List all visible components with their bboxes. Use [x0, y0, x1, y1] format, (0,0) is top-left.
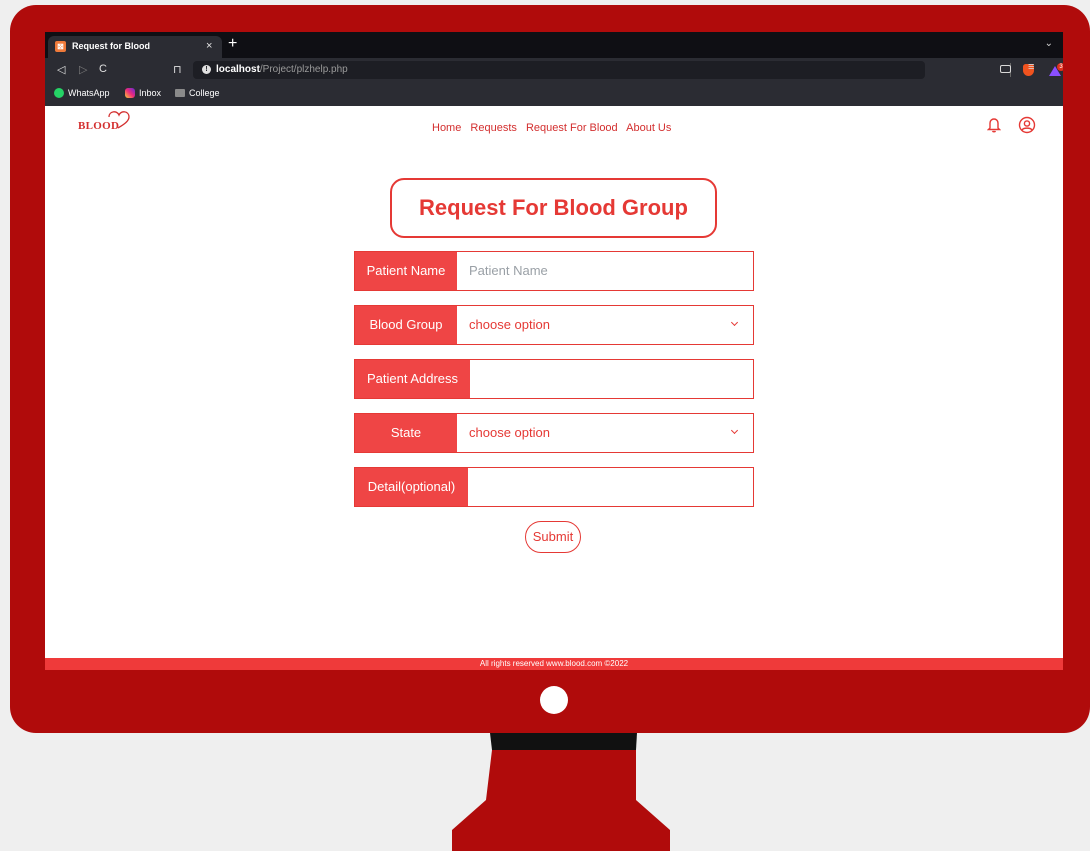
blood-group-label: Blood Group — [355, 306, 457, 344]
detail-input[interactable] — [468, 468, 753, 506]
power-button — [540, 686, 568, 714]
close-icon[interactable]: × — [206, 40, 212, 52]
whatsapp-icon — [54, 88, 64, 98]
folder-icon — [175, 89, 185, 97]
state-row: State choose option — [354, 413, 754, 453]
monitor-screen: ⊠ Request for Blood × + ⌄ ◁ ▷ C ⊓ ! loca… — [45, 32, 1063, 670]
info-icon[interactable]: ! — [202, 65, 211, 74]
xampp-icon: ⊠ — [55, 41, 66, 52]
browser-tab-bar: ⊠ Request for Blood × + ⌄ — [45, 32, 1063, 58]
state-label: State — [355, 414, 457, 452]
instagram-icon — [125, 88, 135, 98]
nav-requests[interactable]: Requests — [470, 122, 516, 134]
bookmark-whatsapp[interactable]: WhatsApp — [68, 88, 110, 98]
bookmark-icon[interactable]: ⊓ — [173, 63, 182, 76]
url-text: localhost/Project/plzhelp.php — [216, 64, 348, 75]
bell-icon[interactable] — [987, 117, 1001, 133]
bookmark-college[interactable]: College — [189, 88, 220, 98]
heart-icon — [108, 111, 130, 129]
chevron-down-icon[interactable]: ⌄ — [1045, 38, 1053, 49]
new-tab-button[interactable]: + — [228, 35, 237, 53]
state-select[interactable]: choose option — [457, 414, 753, 452]
patient-address-label: Patient Address — [355, 360, 470, 398]
nav-request-for-blood[interactable]: Request For Blood — [526, 122, 618, 134]
patient-name-label: Patient Name — [355, 252, 457, 290]
wallet-icon[interactable] — [1000, 65, 1011, 73]
back-icon[interactable]: ◁ — [57, 63, 65, 76]
site-header: BLOOD Home Requests Request For Blood Ab… — [45, 106, 1063, 156]
rewards-badge: 3 — [1057, 63, 1063, 71]
address-bar[interactable]: ⊓ ! localhost/Project/plzhelp.php 3 — [173, 61, 1063, 79]
blood-group-select[interactable]: choose option — [457, 306, 753, 344]
submit-button[interactable]: Submit — [525, 521, 581, 553]
user-icon[interactable] — [1018, 116, 1036, 134]
detail-label: Detail(optional) — [355, 468, 468, 506]
nav-about-us[interactable]: About Us — [626, 122, 671, 134]
patient-name-row: Patient Name Patient Name — [354, 251, 754, 291]
blood-group-row: Blood Group choose option — [354, 305, 754, 345]
browser-toolbar: ◁ ▷ C ⊓ ! localhost/Project/plzhelp.php … — [45, 58, 1063, 82]
main-nav: Home Requests Request For Blood About Us — [432, 122, 677, 134]
form-title: Request For Blood Group — [390, 178, 717, 238]
bookmark-inbox[interactable]: Inbox — [139, 88, 161, 98]
patient-address-input[interactable] — [470, 360, 753, 398]
browser-tab[interactable]: ⊠ Request for Blood × — [48, 36, 222, 58]
tab-title: Request for Blood — [72, 41, 150, 51]
nav-home[interactable]: Home — [432, 122, 461, 134]
menu-icon[interactable]: ≡ — [1028, 61, 1034, 73]
patient-name-input[interactable]: Patient Name — [457, 252, 753, 290]
site-footer: All rights reserved www.blood.com ©2022 — [45, 658, 1063, 670]
bookmarks-bar: WhatsApp Inbox College — [45, 82, 1063, 106]
detail-row: Detail(optional) — [354, 467, 754, 507]
forward-icon[interactable]: ▷ — [79, 63, 87, 76]
patient-address-row: Patient Address — [354, 359, 754, 399]
reload-icon[interactable]: C — [99, 63, 107, 75]
